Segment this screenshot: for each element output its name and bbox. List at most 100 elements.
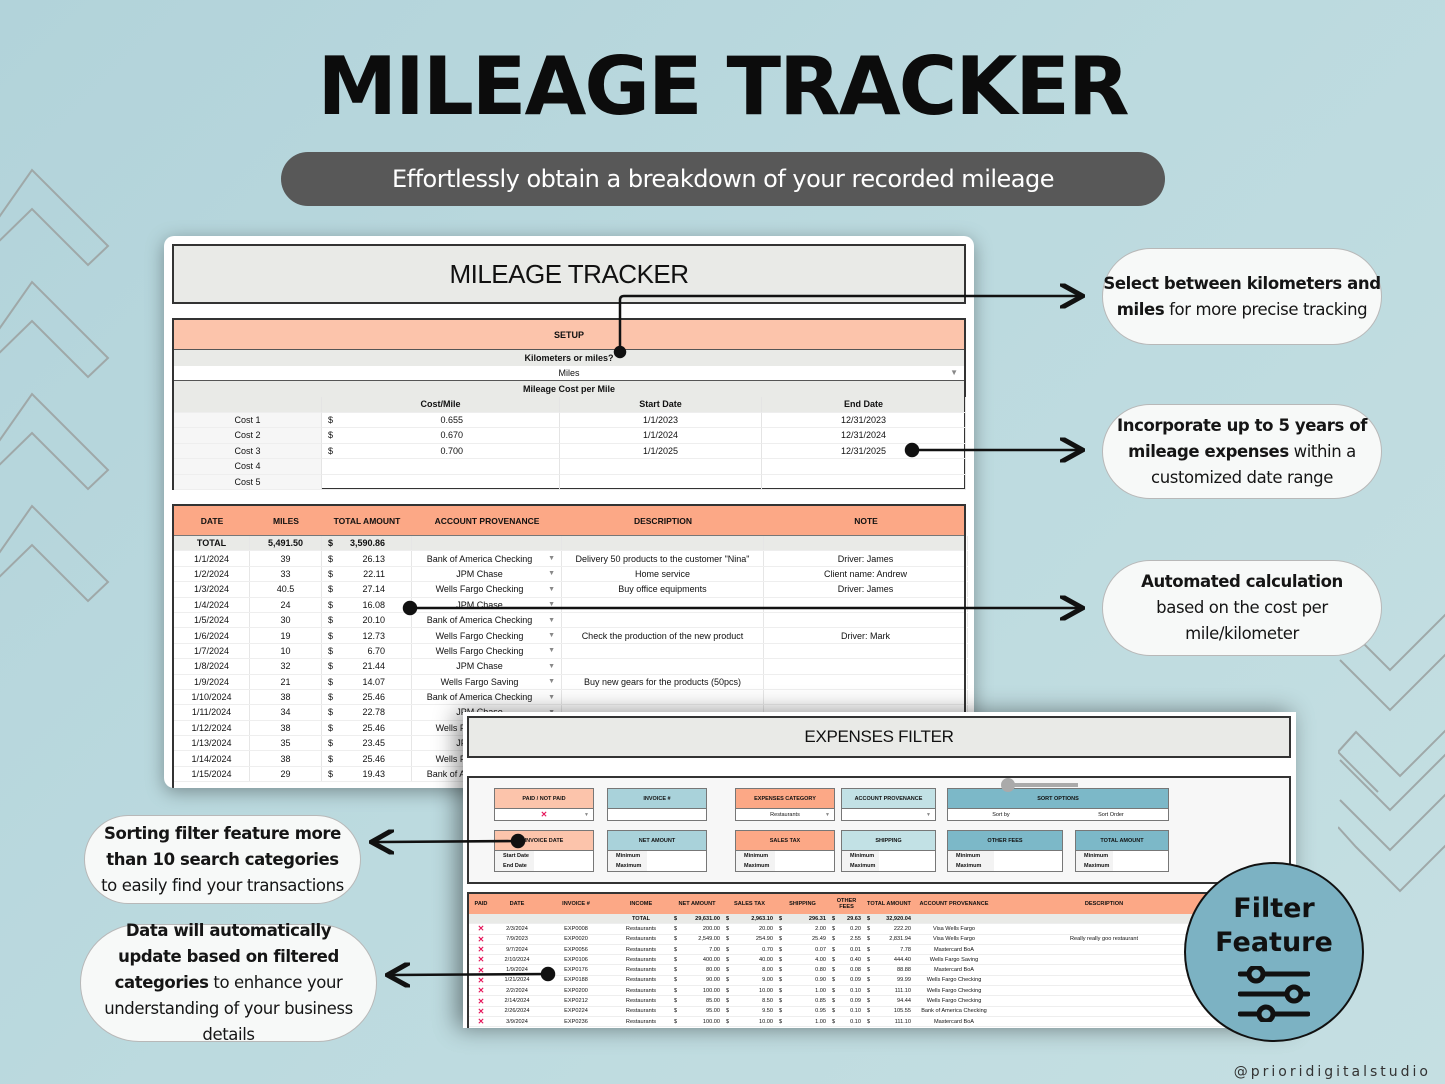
cost-rate-cell[interactable]: [322, 459, 560, 475]
log-miles[interactable]: 29: [250, 766, 322, 782]
cost-rate-cell[interactable]: $0.655: [322, 412, 560, 428]
log-date[interactable]: 1/12/2024: [174, 720, 250, 736]
log-note[interactable]: Driver: James: [764, 551, 968, 566]
dropdown-arrow-icon[interactable]: ▼: [548, 663, 555, 670]
cost-end-cell[interactable]: [762, 459, 966, 475]
log-date[interactable]: 1/14/2024: [174, 751, 250, 766]
log-account-select[interactable]: JPM Chase▼: [412, 659, 562, 674]
log-note[interactable]: Driver: James: [764, 582, 968, 597]
log-date[interactable]: 1/8/2024: [174, 659, 250, 674]
cost-start-cell[interactable]: [560, 459, 762, 475]
log-miles[interactable]: 10: [250, 643, 322, 659]
unit-select[interactable]: Miles ▼: [174, 366, 964, 381]
log-miles[interactable]: 39: [250, 551, 322, 566]
dropdown-arrow-icon[interactable]: ▼: [548, 617, 555, 624]
log-date[interactable]: 1/6/2024: [174, 628, 250, 643]
cost-end-cell[interactable]: [762, 474, 966, 490]
log-account-select[interactable]: Wells Fargo Checking▼: [412, 643, 562, 659]
cost-start-cell[interactable]: 1/1/2024: [560, 428, 762, 444]
cost-end-cell[interactable]: 12/31/2023: [762, 412, 966, 428]
log-date[interactable]: 1/10/2024: [174, 689, 250, 705]
cost-start-cell[interactable]: 1/1/2023: [560, 412, 762, 428]
dropdown-arrow-icon[interactable]: ▼: [548, 601, 555, 608]
cost-rate-cell[interactable]: $0.670: [322, 428, 560, 444]
log-date[interactable]: 1/1/2024: [174, 551, 250, 566]
cost-start-cell[interactable]: [560, 474, 762, 490]
filter-total-amount[interactable]: TOTAL AMOUNT Minimum Maximum: [1075, 830, 1169, 872]
log-description[interactable]: Home service: [562, 566, 764, 582]
log-description[interactable]: [562, 689, 764, 705]
dropdown-arrow-icon[interactable]: ▼: [548, 647, 555, 654]
log-description[interactable]: [562, 612, 764, 628]
log-description[interactable]: Buy new gears for the products (50pcs): [562, 674, 764, 689]
cost-start-cell[interactable]: 1/1/2025: [560, 443, 762, 459]
log-miles[interactable]: 38: [250, 751, 322, 766]
log-date[interactable]: 1/15/2024: [174, 766, 250, 782]
log-account-select[interactable]: Bank of America Checking▼: [412, 689, 562, 705]
filter-shipping[interactable]: SHIPPING Minimum Maximum: [841, 830, 936, 872]
log-description[interactable]: Buy office equipments: [562, 582, 764, 597]
log-description[interactable]: Check the production of the new product: [562, 628, 764, 643]
log-date[interactable]: 1/7/2024: [174, 643, 250, 659]
dropdown-arrow-icon[interactable]: ▼: [548, 632, 555, 639]
log-note[interactable]: [764, 674, 968, 689]
sort-by-select[interactable]: Sort by: [992, 812, 1009, 818]
log-account-select[interactable]: Wells Fargo Checking▼: [412, 628, 562, 643]
cost-end-cell[interactable]: 12/31/2024: [762, 428, 966, 444]
cost-rate-cell[interactable]: [322, 474, 560, 490]
dropdown-arrow-icon[interactable]: ▼: [548, 678, 555, 685]
log-date[interactable]: 1/4/2024: [174, 597, 250, 612]
log-note[interactable]: Driver: Mark: [764, 628, 968, 643]
dropdown-arrow-icon[interactable]: ▼: [950, 368, 958, 377]
log-miles[interactable]: 40.5: [250, 582, 322, 597]
dropdown-arrow-icon[interactable]: ▼: [548, 555, 555, 562]
log-miles[interactable]: 38: [250, 689, 322, 705]
log-miles[interactable]: 33: [250, 566, 322, 582]
filter-other-fees[interactable]: OTHER FEES Minimum Maximum: [947, 830, 1063, 872]
sort-order-select[interactable]: Sort Order: [1098, 812, 1124, 818]
filter-category[interactable]: EXPENSES CATEGORY Restaurants ▼: [735, 788, 835, 821]
filter-sales-tax[interactable]: SALES TAX Minimum Maximum: [735, 830, 835, 872]
log-note[interactable]: [764, 643, 968, 659]
filter-paid[interactable]: PAID / NOT PAID ✕ ▼: [494, 788, 594, 821]
cost-end-cell[interactable]: 12/31/2025: [762, 443, 966, 459]
log-miles[interactable]: 35: [250, 736, 322, 751]
log-description[interactable]: [562, 659, 764, 674]
log-date[interactable]: 1/9/2024: [174, 674, 250, 689]
filter-sort[interactable]: SORT OPTIONS Sort by Sort Order: [947, 788, 1169, 821]
log-description[interactable]: Delivery 50 products to the customer "Ni…: [562, 551, 764, 566]
log-miles[interactable]: 24: [250, 597, 322, 612]
filter-invoice-date[interactable]: INVOICE DATE Start Date End Date: [494, 830, 594, 872]
log-account-select[interactable]: JPM Chase▼: [412, 566, 562, 582]
log-note[interactable]: [764, 689, 968, 705]
log-miles[interactable]: 34: [250, 705, 322, 720]
log-note[interactable]: [764, 612, 968, 628]
log-note[interactable]: [764, 597, 968, 612]
log-date[interactable]: 1/2/2024: [174, 566, 250, 582]
dropdown-arrow-icon[interactable]: ▼: [548, 694, 555, 701]
filter-account[interactable]: ACCOUNT PROVENANCE ▼: [841, 788, 936, 821]
log-miles[interactable]: 38: [250, 720, 322, 736]
log-miles[interactable]: 21: [250, 674, 322, 689]
log-account-select[interactable]: Wells Fargo Saving ▼: [412, 674, 562, 689]
filter-invoice[interactable]: INVOICE #: [607, 788, 707, 821]
log-account-select[interactable]: Bank of America Checking▼: [412, 551, 562, 566]
log-note[interactable]: Client name: Andrew: [764, 566, 968, 582]
log-note[interactable]: [764, 659, 968, 674]
log-date[interactable]: 1/3/2024: [174, 582, 250, 597]
log-description[interactable]: [562, 643, 764, 659]
log-account-select[interactable]: JPM Chase▼: [412, 597, 562, 612]
log-date[interactable]: 1/11/2024: [174, 705, 250, 720]
log-date[interactable]: 1/13/2024: [174, 736, 250, 751]
log-miles[interactable]: 32: [250, 659, 322, 674]
cost-rate-cell[interactable]: $0.700: [322, 443, 560, 459]
log-description[interactable]: [562, 597, 764, 612]
invoice-input[interactable]: [608, 809, 706, 820]
log-miles[interactable]: 30: [250, 612, 322, 628]
log-account-select[interactable]: Bank of America Checking▼: [412, 612, 562, 628]
log-miles[interactable]: 19: [250, 628, 322, 643]
dropdown-arrow-icon[interactable]: ▼: [548, 586, 555, 593]
dropdown-arrow-icon[interactable]: ▼: [548, 570, 555, 577]
log-date[interactable]: 1/5/2024: [174, 612, 250, 628]
filter-net-amount[interactable]: NET AMOUNT Minimum Maximum: [607, 830, 707, 872]
